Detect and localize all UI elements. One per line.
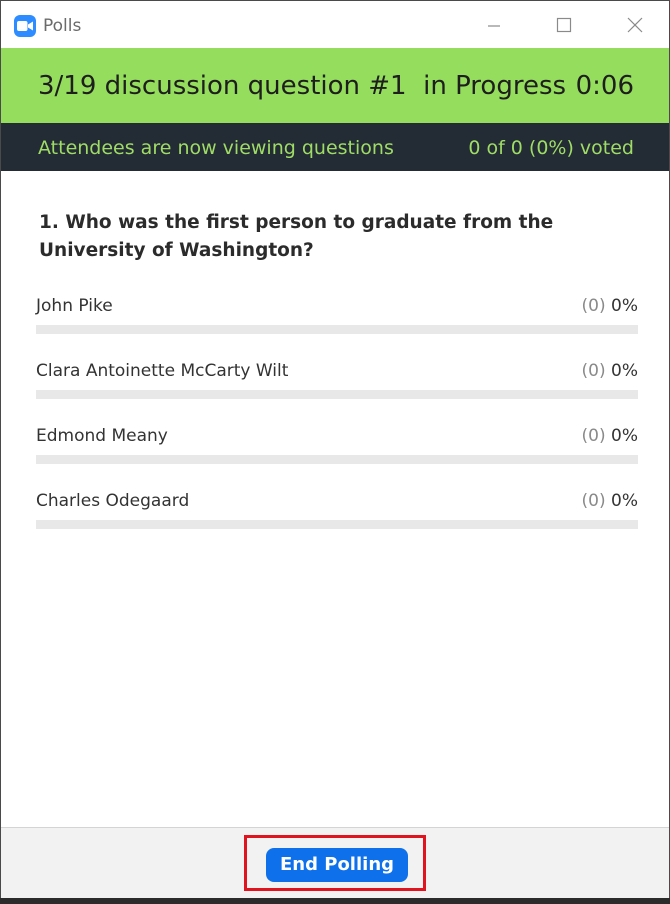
minimize-icon (488, 25, 500, 27)
answer-label: Charles Odegaard (36, 491, 190, 511)
end-polling-button[interactable]: End Polling (266, 848, 408, 882)
polls-window: Polls 3/19 discussion question #1 in Pro… (0, 0, 670, 900)
poll-info-bar: Attendees are now viewing questions 0 of… (1, 123, 669, 171)
answer-count: (0) (581, 296, 606, 316)
answer-count: (0) (581, 426, 606, 446)
answer-progress-track (36, 455, 638, 464)
answer-option: Clara Antoinette McCarty Wilt (0) 0% (36, 361, 638, 401)
answer-result: (0) 0% (582, 361, 638, 381)
answer-option: John Pike (0) 0% (36, 296, 638, 336)
close-button[interactable] (612, 9, 658, 41)
poll-timer: 0:06 (575, 71, 634, 101)
poll-status-bar: 3/19 discussion question #1 in Progress … (1, 48, 669, 123)
window-title: Polls (43, 16, 82, 36)
answer-percent: 0% (611, 491, 638, 511)
answer-progress-track (36, 325, 638, 334)
close-icon (627, 17, 643, 33)
answer-progress-track (36, 390, 638, 399)
answer-percent: 0% (611, 296, 638, 316)
title-bar[interactable]: Polls (1, 1, 669, 47)
answer-progress-track (36, 520, 638, 529)
maximize-icon (556, 17, 572, 33)
answer-label: John Pike (36, 296, 113, 316)
zoom-camera-icon (14, 15, 36, 37)
poll-footer: End Polling (1, 827, 669, 900)
attendee-message: Attendees are now viewing questions (38, 137, 394, 159)
answer-result: (0) 0% (582, 296, 638, 316)
answer-percent: 0% (611, 426, 638, 446)
answer-count: (0) (581, 491, 606, 511)
answer-label: Edmond Meany (36, 426, 168, 446)
maximize-button[interactable] (541, 9, 587, 41)
question-text: 1. Who was the first person to graduate … (39, 212, 554, 261)
answer-option: Charles Odegaard (0) 0% (36, 491, 638, 531)
vote-summary: 0 of 0 (0%) voted (468, 137, 634, 159)
answer-label: Clara Antoinette McCarty Wilt (36, 361, 289, 381)
answer-count: (0) (581, 361, 606, 381)
answer-percent: 0% (611, 361, 638, 381)
answer-result: (0) 0% (582, 491, 638, 511)
minimize-button[interactable] (471, 9, 517, 41)
answer-option: Edmond Meany (0) 0% (36, 426, 638, 466)
poll-title: 3/19 discussion question #1 in Progress (38, 71, 567, 101)
taskbar-strip (0, 898, 670, 904)
answer-result: (0) 0% (582, 426, 638, 446)
